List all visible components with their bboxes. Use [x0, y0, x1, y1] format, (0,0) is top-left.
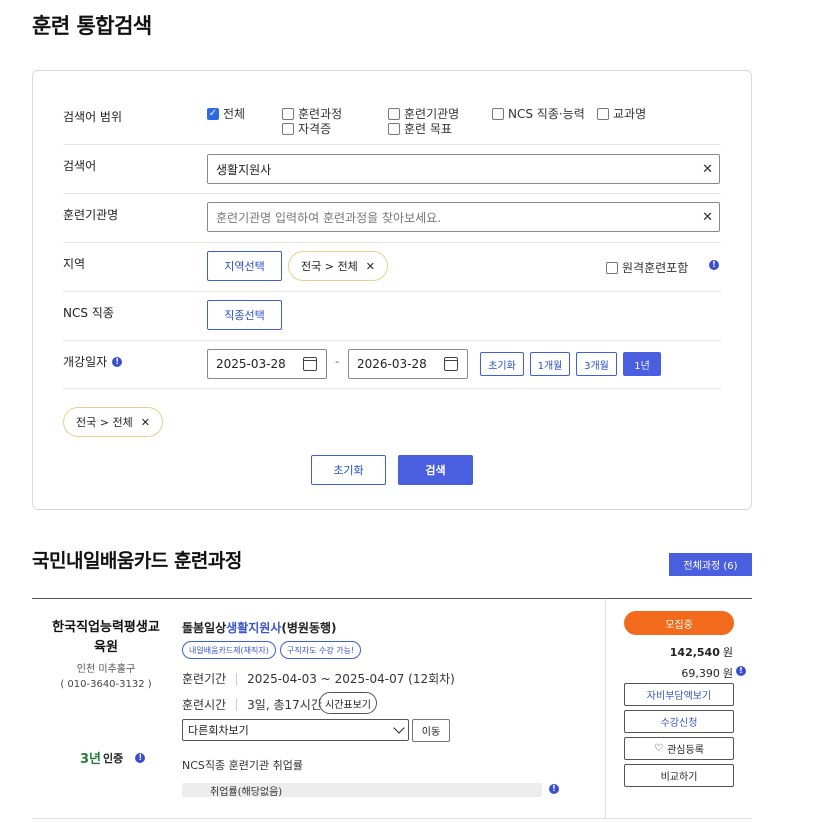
keyword-label: 검색어 — [63, 159, 97, 173]
region-chip[interactable]: 전국 > 전체 ✕ — [288, 251, 388, 281]
date-from-input[interactable]: 2025-03-28 — [207, 349, 327, 379]
institution-label: 훈련기관명 — [63, 208, 119, 222]
course-tag: 내일배움카드제(재직자) — [182, 641, 276, 659]
date-label: 개강일자 — [63, 355, 108, 369]
info-icon[interactable]: ! — [135, 752, 146, 763]
price-total: 142,540 원 — [669, 645, 733, 660]
reset-button[interactable]: 초기화 — [311, 455, 386, 485]
info-icon[interactable]: ! — [709, 260, 719, 270]
institution-name[interactable]: 한국직업능력평생교육원 — [48, 618, 164, 658]
clear-icon[interactable]: ✕ — [702, 210, 713, 225]
timetable-button[interactable]: 시간표보기 — [319, 692, 377, 714]
training-period: 훈련기간 2025-04-03 ~ 2025-04-07 (12회차) — [182, 672, 455, 686]
apply-button[interactable]: 수강신청 — [624, 710, 734, 733]
calendar-icon[interactable] — [303, 357, 317, 371]
selected-filter-chip[interactable]: 전국 > 전체 ✕ — [63, 407, 163, 437]
certification-label: 인증 — [103, 751, 124, 765]
scope-cert-checkbox[interactable]: 자격증 — [282, 120, 331, 137]
heart-icon: ♡ — [654, 743, 664, 754]
ncs-row: NCS 직종 직종선택 — [63, 292, 721, 341]
date-to-input[interactable]: 2026-03-28 — [348, 349, 468, 379]
all-courses-button[interactable]: 전체과정 (6) — [669, 553, 752, 576]
certification-badge: 3년 인증 ! — [80, 748, 146, 767]
period-3month-button[interactable]: 3개월 — [576, 352, 617, 376]
ncs-rate-label: NCS직종 훈련기관 취업률 — [182, 759, 303, 772]
checkbox-icon — [388, 122, 400, 135]
date-label-wrap: 개강일자 ! — [63, 353, 123, 370]
checkbox-icon — [282, 122, 294, 135]
checkbox-icon — [388, 107, 400, 120]
move-button[interactable]: 이동 — [412, 719, 450, 742]
ncs-label: NCS 직종 — [63, 306, 114, 320]
period-1month-button[interactable]: 1개월 — [530, 352, 570, 376]
calendar-icon[interactable] — [444, 357, 458, 371]
remove-chip-icon[interactable]: ✕ — [366, 260, 375, 273]
info-icon[interactable]: ! — [736, 666, 746, 676]
keyword-input[interactable]: 생활지원사 ✕ — [207, 154, 720, 184]
institution-location: 인천 미추홀구 — [76, 664, 136, 675]
checkbox-icon — [492, 107, 504, 120]
session-select[interactable]: 다른회차보기 — [182, 719, 409, 741]
compare-button[interactable]: 비교하기 — [624, 764, 734, 787]
clear-icon[interactable]: ✕ — [702, 162, 713, 177]
scope-goal-checkbox[interactable]: 훈련 목표 — [388, 120, 452, 137]
divider — [32, 598, 752, 599]
training-time: 훈련시간 3일, 총17시간 — [182, 698, 322, 712]
page-title: 훈련 통합검색 — [32, 14, 152, 38]
divider — [32, 818, 752, 819]
keyword-row: 검색어 생활지원사 ✕ — [63, 145, 721, 194]
certification-logo: 3년 — [80, 752, 102, 767]
course-title[interactable]: 돌봄일상생활지원사(병원동행) — [182, 619, 337, 636]
institution-row: 훈련기관명 훈련기관명 입력하여 훈련과정을 찾아보세요. ✕ — [63, 194, 721, 243]
scope-all-checkbox[interactable]: ✓ 전체 — [207, 105, 245, 122]
status-badge: 모집중 — [624, 611, 734, 635]
institution-phone: ( 010-3640-3132 ) — [60, 679, 152, 690]
course-tag: 구직자도 수강 가능! — [280, 641, 362, 659]
info-icon[interactable]: ! — [549, 784, 559, 794]
search-panel: 검색어 범위 ✓ 전체 훈련과정 훈련기관명 NCS 직종·능력 교과명 자격증… — [32, 70, 752, 510]
region-select-button[interactable]: 지역선택 — [207, 251, 282, 281]
period-reset-button[interactable]: 초기화 — [480, 352, 524, 376]
institution-input[interactable]: 훈련기관명 입력하여 훈련과정을 찾아보세요. ✕ — [207, 202, 720, 232]
remove-chip-icon[interactable]: ✕ — [141, 416, 150, 429]
favorite-button[interactable]: ♡ 관심등록 — [624, 737, 734, 760]
period-1year-button[interactable]: 1년 — [623, 352, 661, 376]
checkbox-checked-icon: ✓ — [207, 107, 219, 120]
scope-row: 검색어 범위 ✓ 전체 훈련과정 훈련기관명 NCS 직종·능력 교과명 자격증… — [63, 91, 721, 145]
checkbox-icon — [606, 261, 618, 274]
divider — [605, 599, 606, 818]
self-pay-button[interactable]: 자비부담액보기 — [624, 683, 734, 706]
region-label: 지역 — [63, 257, 86, 271]
employment-rate-bar: 취업률(해당없음) — [182, 783, 542, 798]
scope-label: 검색어 범위 — [63, 110, 123, 124]
section-title: 국민내일배움카드 훈련과정 — [32, 550, 242, 572]
date-row: 개강일자 ! 2025-03-28 - 2026-03-28 초기화 1개월 3… — [63, 341, 721, 389]
chevron-down-icon — [393, 722, 405, 734]
info-icon[interactable]: ! — [112, 356, 123, 367]
price-self-pay: 69,390 원 ! — [681, 665, 746, 681]
search-button[interactable]: 검색 — [398, 455, 473, 485]
scope-ncs-checkbox[interactable]: NCS 직종·능력 — [492, 105, 585, 122]
checkbox-icon — [597, 107, 609, 120]
region-row: 지역 지역선택 전국 > 전체 ✕ 원격훈련포함 ! — [63, 243, 721, 292]
scope-subject-checkbox[interactable]: 교과명 — [597, 105, 646, 122]
remote-training-checkbox[interactable]: 원격훈련포함 — [606, 259, 688, 276]
date-separator: - — [335, 355, 339, 368]
ncs-select-button[interactable]: 직종선택 — [207, 300, 282, 330]
checkbox-icon — [282, 107, 294, 120]
